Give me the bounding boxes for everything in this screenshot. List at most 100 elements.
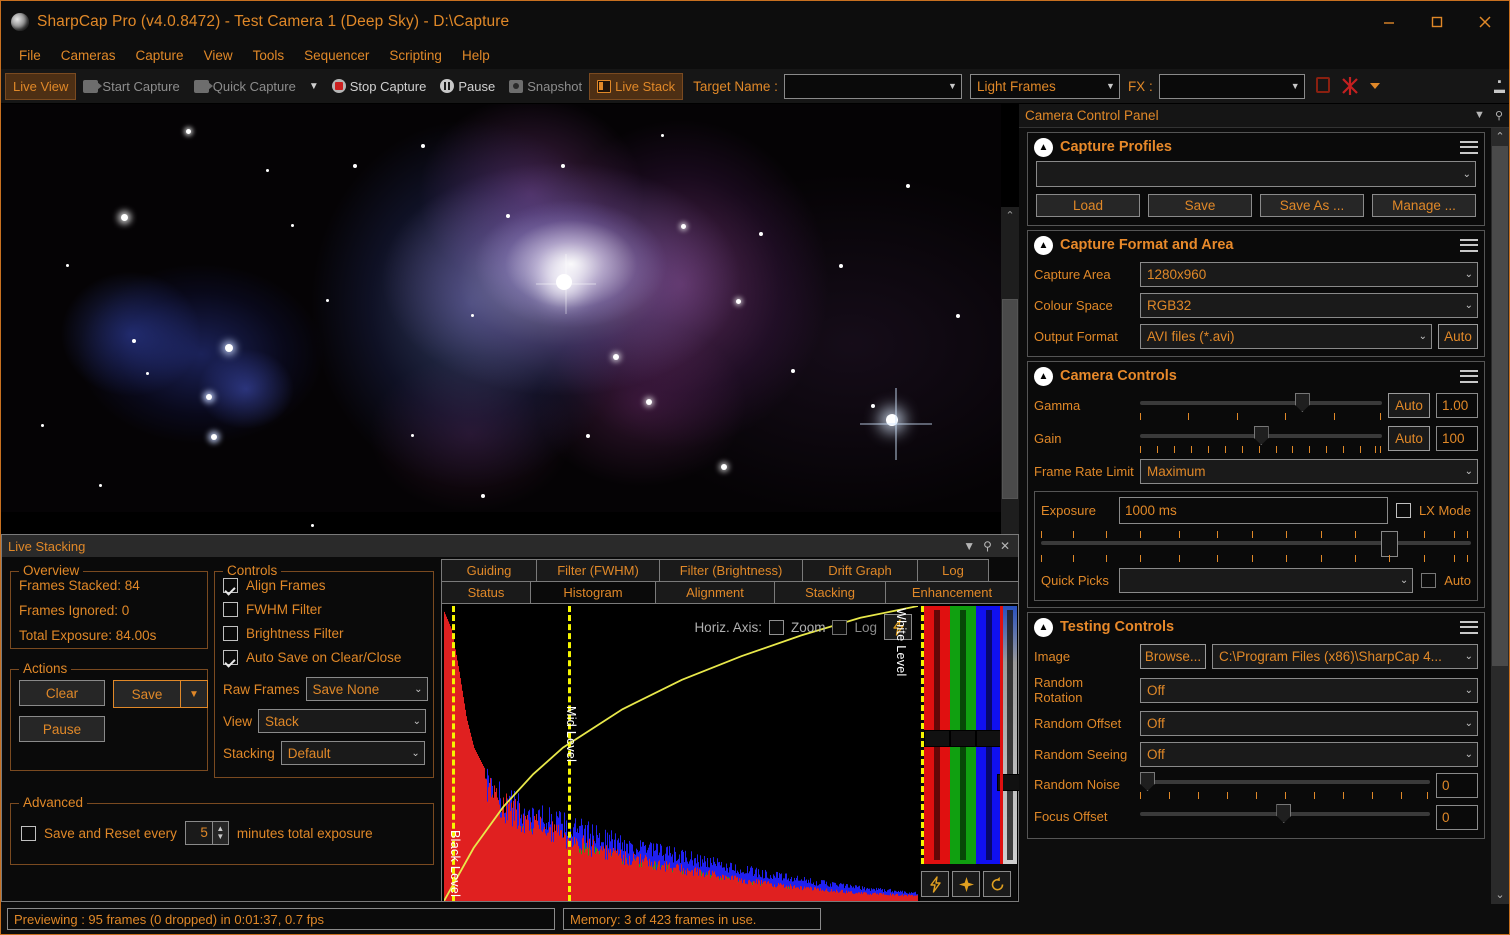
align-frames-row[interactable]: Align Frames [223,578,326,593]
zoom-checkbox[interactable] [768,619,784,635]
chevron-down-icon[interactable] [1365,75,1387,97]
save-button[interactable]: Save [113,680,181,708]
gain-slider[interactable] [1140,426,1382,453]
scroll-up-icon[interactable]: ⌃ [1001,207,1019,225]
gamma-auto-button[interactable]: Auto [1388,393,1430,418]
chevron-down-icon[interactable]: ⌄ [1465,269,1473,280]
camera-panel-scrollbar[interactable]: ⌃ ⌄ [1491,128,1509,904]
random-noise-slider[interactable] [1140,772,1430,799]
minutes-value[interactable]: 5 [185,822,212,844]
menu-scripting[interactable]: Scripting [379,45,452,66]
save-as-profile-button[interactable]: Save As ... [1260,194,1364,217]
chevron-up-icon[interactable]: ▲ [1034,137,1053,157]
chevron-down-icon[interactable]: ⌄ [1465,651,1473,662]
menu-help[interactable]: Help [452,45,500,66]
menu-icon[interactable] [1460,369,1478,383]
image-vertical-scrollbar[interactable]: ⌃ ⌄ [1001,207,1019,534]
sky-image[interactable] [1,104,1001,527]
chevron-down-icon[interactable]: ▼ [303,81,325,92]
clear-button[interactable]: Clear [19,680,105,706]
brightness-filter-checkbox[interactable] [223,626,238,641]
tab-histogram[interactable]: Histogram [530,581,656,603]
auto-save-checkbox[interactable] [223,650,238,665]
browse-button[interactable]: Browse... [1140,644,1206,669]
image-path-select[interactable]: C:\Program Files (x86)\SharpCap 4... ⌄ [1212,644,1478,669]
menu-icon[interactable] [1460,620,1478,634]
tab-alignment[interactable]: Alignment [655,581,775,603]
lx-mode-checkbox[interactable] [1395,503,1411,518]
histogram-plot[interactable]: Black Level Mid Level Horiz. Axis: Zoom … [444,606,918,901]
random-noise-value[interactable]: 0 [1436,773,1478,798]
chevron-down-icon[interactable]: ⌄ [411,748,419,759]
vertical-scroll-thumb[interactable] [1002,299,1018,499]
panel-dropdown-icon[interactable]: ▼ [963,539,975,553]
tab-log[interactable]: Log [917,559,989,581]
capture-area-select[interactable]: 1280x960 ⌄ [1140,262,1478,287]
pause-button[interactable]: Pause [19,716,105,742]
output-format-select[interactable]: AVI files (*.avi) ⌄ [1140,324,1432,349]
chevron-down-icon[interactable]: ⌄ [1465,685,1473,696]
tab-stacking[interactable]: Stacking [774,581,886,603]
chevron-down-icon[interactable]: ⌄ [1465,466,1473,477]
green-channel-slider[interactable] [950,606,976,864]
capture-format-header[interactable]: ▲ Capture Format and Area [1028,231,1484,259]
stop-capture-button[interactable]: Stop Capture [325,73,434,100]
scroll-down-icon[interactable]: ⌄ [1491,886,1509,904]
chevron-down-icon[interactable]: ⌄ [1400,575,1408,586]
frame-type-select[interactable]: Light Frames ▼ [969,73,1120,99]
random-offset-select[interactable]: Off ⌄ [1140,711,1478,736]
capture-profile-select[interactable]: ⌄ [1036,161,1476,187]
chevron-down-icon[interactable]: ⌄ [1465,300,1473,311]
gamma-value[interactable]: 1.00 [1436,393,1478,418]
maximize-icon[interactable] [1413,1,1461,42]
align-frames-checkbox[interactable] [223,578,238,593]
target-name-input[interactable]: ▼ [783,73,962,99]
snapshot-button[interactable]: Snapshot [502,73,589,100]
scroll-up-icon[interactable]: ⌃ [1491,128,1509,146]
log-checkbox[interactable] [832,619,848,635]
save-profile-button[interactable]: Save [1148,194,1252,217]
tab-guiding[interactable]: Guiding [441,559,537,581]
chevron-down-icon[interactable]: ⌄ [413,716,421,727]
menu-capture[interactable]: Capture [126,45,194,66]
chevron-down-icon[interactable]: ⌄ [1465,718,1473,729]
blue-channel-slider[interactable] [976,606,1002,864]
reset-icon[interactable] [983,871,1011,897]
fx-select[interactable]: ▼ [1158,73,1305,99]
quick-capture-button[interactable]: Quick Capture [187,73,303,100]
tab-filter-fwhm[interactable]: Filter (FWHM) [536,559,660,581]
chevron-down-icon[interactable]: ▼ [944,81,957,91]
raw-frames-select[interactable]: Save None ⌄ [305,677,428,701]
fwhm-filter-checkbox[interactable] [223,602,238,617]
menu-cameras[interactable]: Cameras [51,45,126,66]
random-seeing-select[interactable]: Off ⌄ [1140,742,1478,767]
save-reset-checkbox[interactable] [21,825,36,841]
pause-button[interactable]: Pause [433,73,502,100]
menu-file[interactable]: File [9,45,51,66]
panel-dropdown-icon[interactable]: ▼ [1474,109,1485,122]
frame-rate-select[interactable]: Maximum ⌄ [1140,459,1478,484]
tab-status[interactable]: Status [441,581,531,603]
stepper-arrows-icon[interactable]: ▲ ▼ [211,822,228,844]
live-view-button[interactable]: Live View [5,72,77,100]
tab-filter-brightness[interactable]: Filter (Brightness) [659,559,803,581]
brightness-filter-row[interactable]: Brightness Filter [223,626,344,641]
close-icon[interactable] [1461,1,1509,42]
focus-offset-slider[interactable] [1140,804,1430,823]
exposure-slider[interactable] [1041,531,1471,562]
gain-value[interactable]: 100 [1436,426,1478,451]
live-stack-button[interactable]: Live Stack [589,72,684,100]
chevron-down-icon[interactable]: ⌄ [1419,331,1427,342]
tab-drift-graph[interactable]: Drift Graph [802,559,918,581]
quick-picks-auto-checkbox[interactable] [1421,573,1437,588]
capture-profiles-header[interactable]: ▲ Capture Profiles [1028,133,1484,161]
toolbar-overflow-icon[interactable]: ▪ ▬ [1494,77,1505,96]
start-capture-button[interactable]: Start Capture [76,73,186,100]
luminance-channel-slider[interactable] [997,606,1021,864]
close-icon[interactable]: ✕ [1000,539,1010,553]
no-fx-icon[interactable] [1339,75,1361,97]
camera-controls-header[interactable]: ▲ Camera Controls [1028,362,1484,390]
output-format-auto-button[interactable]: Auto [1438,324,1478,349]
chevron-up-icon[interactable]: ▲ [1034,366,1053,386]
minutes-stepper[interactable]: 5 ▲ ▼ [184,821,229,845]
